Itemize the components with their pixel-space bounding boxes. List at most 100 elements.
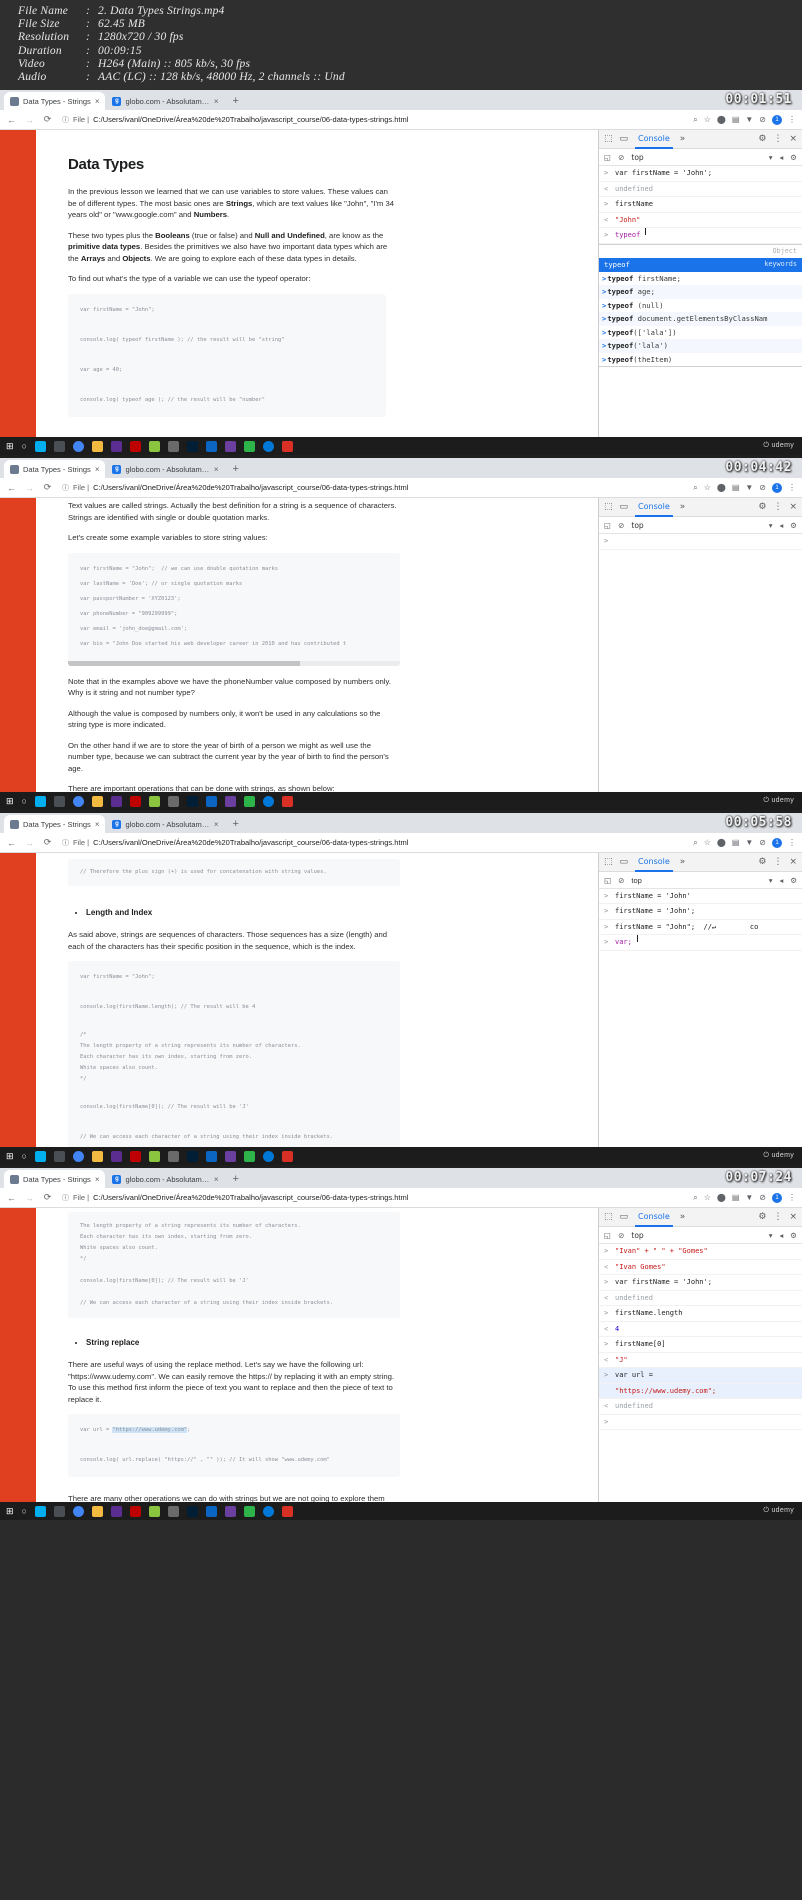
calculator-icon[interactable] bbox=[167, 795, 179, 807]
cloud-icon[interactable] bbox=[53, 1150, 65, 1162]
visual-studio-icon[interactable] bbox=[110, 1505, 122, 1517]
cloud-icon[interactable] bbox=[53, 440, 65, 452]
tab-console[interactable]: Console bbox=[635, 130, 673, 149]
edge-icon[interactable] bbox=[262, 440, 274, 452]
tab-globo[interactable]: g globo.com - Absolutamente tud × bbox=[106, 92, 225, 111]
tab-globo[interactable]: g globo.com - Absolutamente tud × bbox=[106, 460, 225, 479]
forward-button[interactable]: → bbox=[24, 115, 35, 125]
zoom-icon[interactable]: ⌕ bbox=[693, 838, 697, 848]
tab-close-icon[interactable]: × bbox=[214, 1175, 219, 1184]
back-button[interactable]: ← bbox=[6, 838, 17, 848]
extension-icon-1[interactable]: ⬤ bbox=[717, 1193, 726, 1202]
back-button[interactable]: ← bbox=[6, 483, 17, 493]
chrome-menu-icon[interactable]: ⋮ bbox=[788, 115, 796, 124]
tab-close-icon[interactable]: × bbox=[95, 820, 100, 829]
visual-studio-icon[interactable] bbox=[110, 1150, 122, 1162]
profile-avatar[interactable]: 1 bbox=[772, 482, 782, 493]
bookmark-star-icon[interactable]: ☆ bbox=[704, 1193, 711, 1202]
clear-console-icon[interactable]: ⊘ bbox=[618, 876, 624, 885]
vscode-icon[interactable] bbox=[205, 1150, 217, 1162]
paint-icon[interactable] bbox=[224, 1150, 236, 1162]
chrome-icon[interactable] bbox=[72, 1505, 84, 1517]
filezilla-icon[interactable] bbox=[129, 795, 141, 807]
bookmark-star-icon[interactable]: ☆ bbox=[704, 115, 711, 124]
calculator-icon[interactable] bbox=[167, 1150, 179, 1162]
device-toolbar-icon[interactable]: ▭ bbox=[620, 857, 629, 867]
tab-globo[interactable]: g globo.com - Absolutamente tud × bbox=[106, 815, 225, 834]
paint-icon[interactable] bbox=[224, 795, 236, 807]
extension-icon-1[interactable]: ⬤ bbox=[717, 838, 726, 847]
chrome-menu-icon[interactable]: ⋮ bbox=[788, 838, 796, 847]
execution-context-select[interactable]: top bbox=[631, 876, 641, 885]
chrome-menu-icon[interactable]: ⋮ bbox=[788, 1193, 796, 1202]
device-toolbar-icon[interactable]: ▭ bbox=[620, 134, 629, 144]
vscode-icon[interactable] bbox=[205, 440, 217, 452]
search-icon[interactable]: ○ bbox=[22, 1506, 27, 1516]
clear-console-icon[interactable]: ⊘ bbox=[618, 1231, 624, 1240]
photoshop-icon[interactable] bbox=[186, 1150, 198, 1162]
execution-context-select[interactable]: top bbox=[631, 153, 643, 162]
page-info-icon[interactable]: ⓘ bbox=[62, 483, 69, 493]
clear-console-icon[interactable]: ⊘ bbox=[618, 521, 624, 530]
device-toolbar-icon[interactable]: ▭ bbox=[620, 502, 629, 512]
console-settings-icon[interactable]: ⚙ bbox=[790, 153, 797, 162]
new-tab-button[interactable]: + bbox=[225, 1170, 245, 1188]
autocomplete-history-item[interactable]: > typeof (['lala']) bbox=[599, 326, 802, 340]
context-caret-icon[interactable]: ▾ bbox=[769, 521, 773, 530]
console-settings-icon[interactable]: ⚙ bbox=[790, 521, 797, 530]
file-explorer-icon[interactable] bbox=[91, 1505, 103, 1517]
console-history-row[interactable]: > firstName = "John"; //↵ co bbox=[599, 920, 802, 936]
more-tabs-icon[interactable]: » bbox=[680, 1212, 686, 1222]
edge-icon[interactable] bbox=[262, 1505, 274, 1517]
back-button[interactable]: ← bbox=[6, 115, 17, 125]
address-bar[interactable]: ⓘ File | C:/Users/ivanl/OneDrive/Área%20… bbox=[60, 481, 686, 495]
visual-studio-icon[interactable] bbox=[110, 440, 122, 452]
tab-data-types-strings[interactable]: Data Types - Strings × bbox=[4, 815, 106, 834]
code-hscrollbar[interactable] bbox=[68, 660, 400, 666]
extension-icon-4[interactable]: ⊘ bbox=[759, 1193, 766, 1202]
forward-button[interactable]: → bbox=[24, 1193, 35, 1203]
clear-console-icon[interactable]: ⊘ bbox=[618, 153, 624, 162]
extension-icon-4[interactable]: ⊘ bbox=[759, 483, 766, 492]
tab-data-types-strings[interactable]: Data Types - Strings × bbox=[4, 92, 106, 111]
inspect-element-icon[interactable]: ⬚ bbox=[604, 857, 613, 867]
forward-button[interactable]: → bbox=[24, 838, 35, 848]
console-prompt-row[interactable]: > typeof bbox=[599, 228, 802, 244]
paint-net-icon[interactable] bbox=[148, 795, 160, 807]
more-tabs-icon[interactable]: » bbox=[680, 857, 686, 867]
camtasia-studio-icon[interactable] bbox=[281, 440, 293, 452]
filezilla-icon[interactable] bbox=[129, 1505, 141, 1517]
filter-caret-icon[interactable]: ◂ bbox=[780, 521, 784, 530]
autocomplete-history-item[interactable]: > typeof ('lala') bbox=[599, 339, 802, 353]
file-explorer-icon[interactable] bbox=[91, 795, 103, 807]
file-explorer-icon[interactable] bbox=[91, 440, 103, 452]
reload-button[interactable]: ⟳ bbox=[42, 482, 53, 493]
extension-icon-3[interactable]: ▼ bbox=[745, 483, 753, 492]
tab-close-icon[interactable]: × bbox=[95, 97, 100, 106]
autocomplete-history-item[interactable]: > typeof (theItem) bbox=[599, 353, 802, 367]
autocomplete-history-item[interactable]: > typeof (null) bbox=[599, 299, 802, 313]
paint-net-icon[interactable] bbox=[148, 1505, 160, 1517]
inspect-element-icon[interactable]: ⬚ bbox=[604, 502, 613, 512]
camtasia-icon[interactable] bbox=[243, 440, 255, 452]
inspect-element-icon[interactable]: ⬚ bbox=[604, 134, 613, 144]
camtasia-icon[interactable] bbox=[243, 1505, 255, 1517]
console-history-row[interactable]: > firstName = 'John' bbox=[599, 889, 802, 905]
console-autocomplete[interactable]: isPrototypeOf Object typeof keywords > ty… bbox=[599, 243, 802, 368]
devtools-menu-icon[interactable]: ⋮ bbox=[773, 857, 782, 867]
console-sidebar-icon[interactable]: ◱ bbox=[604, 1231, 611, 1240]
reload-button[interactable]: ⟳ bbox=[42, 1192, 53, 1203]
tab-close-icon[interactable]: × bbox=[214, 465, 219, 474]
skype-icon[interactable] bbox=[34, 1505, 46, 1517]
edge-icon[interactable] bbox=[262, 795, 274, 807]
cloud-icon[interactable] bbox=[53, 1505, 65, 1517]
console-settings-icon[interactable]: ⚙ bbox=[790, 876, 797, 885]
address-bar[interactable]: ⓘ File | C:/Users/ivanl/OneDrive/Área%20… bbox=[60, 113, 686, 127]
paint-net-icon[interactable] bbox=[148, 1150, 160, 1162]
context-caret-icon[interactable]: ▾ bbox=[769, 876, 773, 885]
paint-icon[interactable] bbox=[224, 1505, 236, 1517]
tab-console[interactable]: Console bbox=[635, 1208, 673, 1227]
more-tabs-icon[interactable]: » bbox=[680, 502, 686, 512]
filter-caret-icon[interactable]: ◂ bbox=[780, 153, 784, 162]
paint-icon[interactable] bbox=[224, 440, 236, 452]
